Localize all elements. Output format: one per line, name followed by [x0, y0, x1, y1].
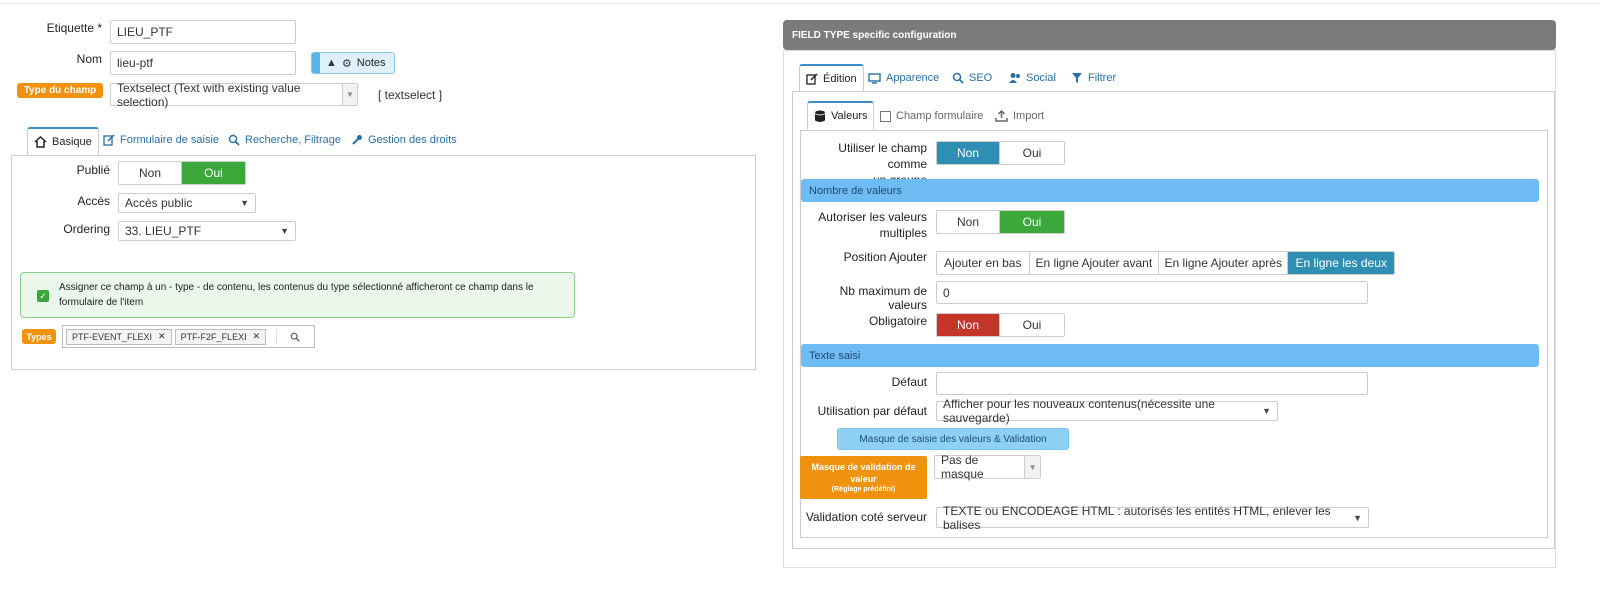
search-icon — [228, 134, 240, 146]
assign-type-text: Assigner ce champ à un - type - de conte… — [59, 282, 534, 308]
ordering-select[interactable]: 33. LIEU_PTF ▼ — [118, 221, 296, 241]
ordering-select-value: 33. LIEU_PTF — [125, 224, 202, 238]
notes-label: Notes — [356, 57, 386, 69]
types-badge: Types — [22, 329, 56, 344]
field-type-config-header: FIELD TYPE specific configuration — [783, 20, 1556, 50]
edit-icon — [103, 134, 115, 146]
search-icon — [290, 332, 300, 342]
close-icon[interactable]: ✕ — [158, 331, 166, 342]
chevron-down-icon: ▼ — [240, 198, 249, 208]
tab-recherche-filtrage[interactable]: Recherche, Filtrage — [228, 132, 341, 148]
type-select-value: Textselect (Text with existing value sel… — [117, 80, 301, 109]
close-icon[interactable]: ✕ — [253, 331, 261, 342]
tab-recherche-label: Recherche, Filtrage — [245, 134, 341, 146]
tab-gestion-label: Gestion des droits — [368, 134, 457, 146]
publie-non-button[interactable]: Non — [119, 162, 183, 184]
type-tag: PTF-EVENT_FLEXI ✕ — [66, 328, 172, 345]
top-border — [0, 0, 1600, 4]
etiquette-label: Etiquette * — [46, 21, 102, 35]
publie-toggle[interactable]: Non Oui — [118, 161, 246, 185]
type-code: [ textselect ] — [378, 88, 443, 102]
nom-input[interactable]: lieu-ptf — [110, 51, 296, 75]
types-search[interactable] — [276, 329, 312, 344]
gear-icon: ⚙ — [341, 57, 352, 70]
type-select[interactable]: Textselect (Text with existing value sel… — [110, 80, 358, 109]
tab-formulaire-label: Formulaire de saisie — [120, 134, 220, 146]
type-tag: PTF-F2F_FLEXI ✕ — [174, 328, 267, 345]
acces-label: Accès — [77, 194, 110, 208]
type-tag-label: PTF-EVENT_FLEXI — [72, 331, 153, 342]
type-du-champ-badge: Type du champ — [17, 83, 103, 98]
home-icon — [34, 136, 47, 148]
wrench-icon — [352, 135, 362, 145]
etiquette-input[interactable]: LIEU_PTF — [110, 20, 296, 44]
ordering-label: Ordering — [63, 222, 110, 236]
type-tag-label: PTF-F2F_FLEXI — [180, 331, 247, 342]
chevron-down-icon: ▼ — [341, 84, 357, 105]
warning-icon: ▲ — [326, 57, 337, 69]
notes-button[interactable]: ▲ ⚙ Notes — [311, 52, 395, 74]
tab-formulaire-de-saisie[interactable]: Formulaire de saisie — [103, 132, 219, 148]
types-multiselect[interactable]: PTF-EVENT_FLEXI ✕ PTF-F2F_FLEXI ✕ — [62, 325, 315, 348]
publie-label: Publié — [76, 163, 110, 177]
assign-type-alert: ✓ Assigner ce champ à un - type - de con… — [20, 272, 575, 318]
publie-oui-button[interactable]: Oui — [182, 162, 245, 184]
tab-basique-label: Basique — [52, 136, 92, 148]
nom-label: Nom — [76, 52, 102, 66]
chevron-down-icon: ▼ — [280, 226, 289, 236]
acces-select-value: Accès public — [125, 196, 193, 210]
tab-basique[interactable]: Basique — [27, 127, 99, 156]
field-type-config-container — [783, 50, 1556, 568]
acces-select[interactable]: Accès public ▼ — [118, 193, 256, 213]
checkbox-checked-icon[interactable]: ✓ — [37, 290, 49, 302]
tab-gestion-des-droits[interactable]: Gestion des droits — [351, 132, 457, 148]
